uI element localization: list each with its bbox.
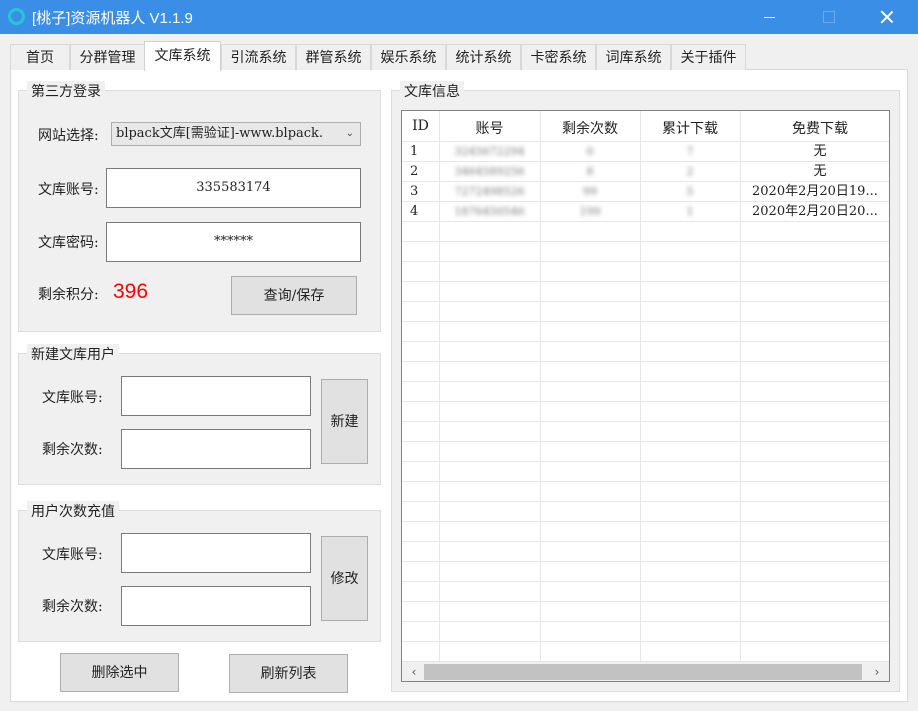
recharge-account-field[interactable] [121, 533, 311, 573]
maximize-button [805, 0, 851, 34]
tab-statistics-system[interactable]: 统计系统 [446, 44, 521, 70]
login-group-title: 第三方登录 [27, 81, 105, 101]
account-field[interactable]: 335583174 [106, 168, 361, 208]
chevron-down-icon: ⌄ [345, 128, 354, 139]
scroll-thumb[interactable] [424, 664, 862, 680]
password-label: 文库密码: [38, 235, 99, 251]
cell-total-downloads: 2 [686, 165, 694, 178]
cell-remaining: 8 [586, 165, 594, 178]
cell-account: 3245672294 [454, 145, 525, 158]
refresh-list-button[interactable]: 刷新列表 [229, 654, 348, 693]
cell-id: 3 [410, 184, 419, 199]
delete-selected-button[interactable]: 删除选中 [60, 653, 179, 692]
library-table[interactable]: ID 账号 剩余次数 累计下载 免费下载 1 3245672294 0 7 无 … [401, 110, 890, 682]
cell-free-download: 2020年2月20日20... [752, 204, 878, 219]
points-label: 剩余积分: [38, 287, 99, 303]
create-user-button[interactable]: 新建 [321, 379, 368, 464]
account-label: 文库账号: [38, 182, 99, 198]
app-logo-icon [8, 8, 25, 25]
cell-remaining: 99 [583, 185, 597, 198]
tab-library-system[interactable]: 文库系统 [144, 41, 221, 71]
new-user-group-title: 新建文库用户 [27, 344, 119, 364]
tab-lexicon-system[interactable]: 词库系统 [596, 44, 671, 70]
cell-total-downloads: 5 [686, 185, 694, 198]
cell-account: 3464589256 [454, 165, 525, 178]
tab-group-management[interactable]: 分群管理 [70, 44, 145, 70]
points-value: 396 [113, 280, 149, 303]
cell-id: 1 [410, 144, 419, 159]
new-user-account-label: 文库账号: [42, 390, 103, 406]
recharge-count-label: 剩余次数: [42, 599, 103, 615]
cell-free-download: 2020年2月20日19... [752, 184, 878, 199]
tab-about-plugin[interactable]: 关于插件 [671, 44, 746, 70]
site-select-label: 网站选择: [38, 128, 99, 144]
tab-traffic-system[interactable]: 引流系统 [221, 44, 296, 70]
window-title: [桃子]资源机器人 V1.1.9 [32, 10, 193, 27]
query-save-button[interactable]: 查询/保存 [231, 276, 357, 315]
scroll-left-icon[interactable]: ‹ [404, 662, 424, 681]
title-bar: [桃子]资源机器人 V1.1.9 [0, 0, 918, 34]
site-select[interactable]: blpack文库[需验证]-www.blpack. ⌄ [111, 122, 361, 146]
recharge-group-title: 用户次数充值 [27, 501, 119, 521]
column-header-id[interactable]: ID [402, 118, 439, 134]
tab-home[interactable]: 首页 [10, 44, 70, 70]
tab-card-key-system[interactable]: 卡密系统 [521, 44, 596, 70]
tab-entertainment-system[interactable]: 娱乐系统 [371, 44, 446, 70]
column-header-free-download[interactable]: 免费下载 [740, 118, 889, 138]
horizontal-scrollbar[interactable]: ‹ › [402, 661, 889, 681]
cell-account: 7272498526 [454, 185, 525, 198]
column-header-account[interactable]: 账号 [439, 118, 540, 138]
cell-free-download: 无 [813, 144, 827, 159]
column-header-total-downloads[interactable]: 累计下载 [640, 118, 740, 138]
recharge-count-field[interactable] [121, 586, 311, 626]
modify-count-button[interactable]: 修改 [321, 536, 368, 621]
cell-id: 4 [410, 204, 419, 219]
column-header-remaining[interactable]: 剩余次数 [540, 118, 640, 138]
recharge-account-label: 文库账号: [42, 547, 103, 563]
scroll-right-icon[interactable]: › [867, 662, 887, 681]
close-button[interactable] [864, 0, 910, 34]
cell-free-download: 无 [813, 164, 827, 179]
cell-remaining: 0 [586, 145, 594, 158]
cell-remaining: 199 [579, 205, 601, 218]
info-group-title: 文库信息 [400, 81, 464, 101]
tab-group-admin-system[interactable]: 群管系统 [296, 44, 371, 70]
cell-id: 2 [410, 164, 419, 179]
new-user-count-field[interactable] [121, 429, 311, 469]
password-field[interactable]: ****** [106, 222, 361, 262]
site-select-value: blpack文库[需验证]-www.blpack. [116, 126, 324, 141]
cell-account: 1876450546 [454, 205, 525, 218]
cell-total-downloads: 7 [686, 145, 694, 158]
new-user-account-field[interactable] [121, 376, 311, 416]
cell-total-downloads: 1 [686, 205, 694, 218]
new-user-count-label: 剩余次数: [42, 442, 103, 458]
minimize-button[interactable] [746, 0, 792, 34]
